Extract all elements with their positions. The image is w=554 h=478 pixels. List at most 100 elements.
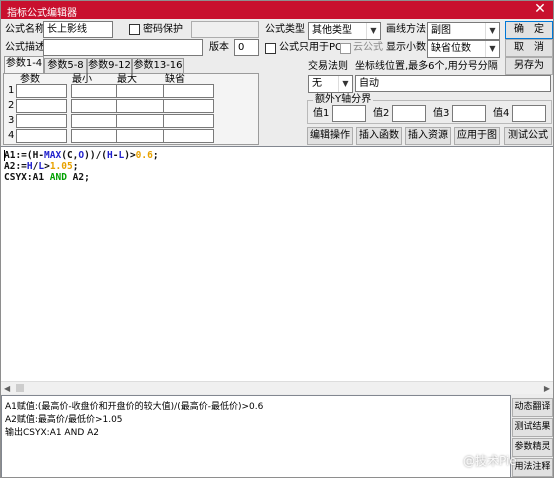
- coord-lines-input[interactable]: 自动: [355, 75, 551, 92]
- translation-output: A1赋值:(最高价-收盘价和开盘价的较大值)/(最高价-最低价)>0.6 A2赋…: [1, 395, 511, 477]
- chevron-down-icon: ▼: [338, 76, 352, 92]
- draw-method-select[interactable]: 副图 ▼: [427, 22, 500, 40]
- coord-lines-label: 坐标线位置,最多6个,用分号分隔: [355, 61, 498, 72]
- cloud-formula-checkbox[interactable]: [340, 43, 351, 54]
- code-line-3: CSYX:A1 AND A2;: [4, 172, 90, 183]
- draw-method-value: 副图: [431, 25, 451, 36]
- scroll-left-icon[interactable]: ◀: [4, 384, 10, 393]
- y-value-1-label: 值1: [313, 108, 330, 119]
- test-result-button[interactable]: 测试结果: [512, 418, 553, 437]
- y-value-2-label: 值2: [373, 108, 390, 119]
- code-editor[interactable]: A1:=(H-MAX(C,O))/(H-L)>0.6; A2:=H/L>1.05…: [1, 146, 553, 390]
- param-row-number: 3: [8, 115, 15, 126]
- param-4-min-input[interactable]: [71, 129, 122, 143]
- formula-type-label: 公式类型: [265, 24, 305, 35]
- tab-params-13-16[interactable]: 参数13-16: [132, 58, 184, 73]
- ok-button[interactable]: 确 定: [505, 21, 553, 39]
- formula-desc-label: 公式描述: [5, 42, 45, 53]
- horizontal-scrollbar[interactable]: ◀ ▶: [1, 381, 553, 394]
- params-panel: 参数 最小 最大 缺省 1 2 3 4: [3, 73, 259, 145]
- y-value-3-input[interactable]: [452, 105, 486, 122]
- code-token: 0.6: [135, 150, 153, 161]
- code-token: A2;: [66, 172, 90, 183]
- version-input[interactable]: 0: [234, 39, 259, 56]
- window-title: 指标公式编辑器: [7, 8, 77, 19]
- decimals-value: 缺省位数: [431, 43, 471, 54]
- param-wizard-button[interactable]: 参数精灵: [512, 438, 553, 457]
- cancel-button[interactable]: 取 消: [505, 39, 553, 57]
- code-token: ;: [152, 150, 159, 161]
- param-4-name-input[interactable]: [16, 129, 67, 143]
- code-token: MAX: [44, 150, 62, 161]
- code-token: CSYX:A1: [4, 172, 50, 183]
- param-1-min-input[interactable]: [71, 84, 122, 98]
- usage-notes-button[interactable]: 用法注释: [512, 458, 553, 477]
- cloud-formula-label: 云公式: [353, 42, 383, 53]
- param-2-min-input[interactable]: [71, 99, 122, 113]
- y-value-2-input[interactable]: [392, 105, 426, 122]
- output-line-3: 输出CSYX:A1 AND A2: [5, 428, 99, 438]
- tab-params-9-12[interactable]: 参数9-12: [87, 58, 132, 73]
- insert-resource-button[interactable]: 插入资源: [405, 127, 451, 145]
- text-caret: [4, 150, 5, 161]
- code-token: ;: [72, 161, 79, 172]
- param-3-max-input[interactable]: [116, 114, 167, 128]
- param-1-name-input[interactable]: [16, 84, 67, 98]
- scrollbar-thumb[interactable]: [16, 384, 24, 392]
- formula-name-label: 公式名称: [5, 24, 45, 35]
- close-icon[interactable]: ✕: [532, 2, 548, 18]
- y-value-4-label: 值4: [493, 108, 510, 119]
- param-1-default-input[interactable]: [163, 84, 214, 98]
- code-token: (C,: [61, 150, 79, 161]
- y-value-4-input[interactable]: [512, 105, 546, 122]
- insert-function-button[interactable]: 插入函数: [356, 127, 402, 145]
- param-4-default-input[interactable]: [163, 129, 214, 143]
- param-3-min-input[interactable]: [71, 114, 122, 128]
- y-value-1-input[interactable]: [332, 105, 366, 122]
- code-token: )>: [124, 150, 136, 161]
- title-bar: 指标公式编辑器 ✕: [1, 1, 553, 19]
- trade-rule-select[interactable]: 无 ▼: [308, 75, 353, 93]
- chevron-down-icon: ▼: [366, 23, 380, 39]
- password-checkbox[interactable]: [129, 24, 140, 35]
- apply-to-chart-button[interactable]: 应用于图: [454, 127, 500, 145]
- dynamic-translate-button[interactable]: 动态翻译: [512, 398, 553, 417]
- code-token: AND: [49, 172, 67, 183]
- pc-only-checkbox[interactable]: [265, 43, 276, 54]
- formula-type-select[interactable]: 其他类型 ▼: [308, 22, 381, 40]
- output-line-1: A1赋值:(最高价-收盘价和开盘价的较大值)/(最高价-最低价)>0.6: [5, 402, 264, 412]
- trade-rule-value: 无: [312, 78, 322, 89]
- y-value-3-label: 值3: [433, 108, 450, 119]
- trade-rule-label: 交易法则: [308, 61, 348, 72]
- code-token: ))/(: [84, 150, 108, 161]
- formula-desc-input[interactable]: [43, 39, 203, 56]
- decimals-label: 显示小数: [386, 42, 426, 53]
- save-as-button[interactable]: 另存为: [505, 57, 553, 75]
- param-2-default-input[interactable]: [163, 99, 214, 113]
- version-label: 版本: [209, 42, 229, 53]
- param-3-default-input[interactable]: [163, 114, 214, 128]
- test-formula-button[interactable]: 测试公式: [504, 127, 552, 145]
- tab-params-1-4[interactable]: 参数1-4: [4, 56, 44, 74]
- formula-name-input[interactable]: 长上影线: [43, 21, 113, 38]
- scroll-right-icon[interactable]: ▶: [544, 384, 550, 393]
- password-label: 密码保护: [143, 24, 183, 35]
- param-1-max-input[interactable]: [116, 84, 167, 98]
- param-4-max-input[interactable]: [116, 129, 167, 143]
- param-3-name-input[interactable]: [16, 114, 67, 128]
- chevron-down-icon: ▼: [485, 41, 499, 57]
- edit-operation-button[interactable]: 编辑操作: [307, 127, 353, 145]
- output-line-2: A2赋值:最高价/最低价>1.05: [5, 415, 123, 425]
- password-input[interactable]: [191, 21, 259, 38]
- decimals-select[interactable]: 缺省位数 ▼: [427, 40, 500, 58]
- param-2-max-input[interactable]: [116, 99, 167, 113]
- code-line-2: A2:=H/L>1.05;: [4, 161, 78, 172]
- param-row-number: 2: [8, 100, 15, 111]
- formula-type-value: 其他类型: [312, 25, 352, 36]
- code-token: A1:=(H-: [4, 150, 45, 161]
- chevron-down-icon: ▼: [485, 23, 499, 39]
- code-line-1: A1:=(H-MAX(C,O))/(H-L)>0.6;: [4, 150, 159, 161]
- draw-method-label: 画线方法: [386, 24, 426, 35]
- param-2-name-input[interactable]: [16, 99, 67, 113]
- tab-params-5-8[interactable]: 参数5-8: [44, 58, 87, 73]
